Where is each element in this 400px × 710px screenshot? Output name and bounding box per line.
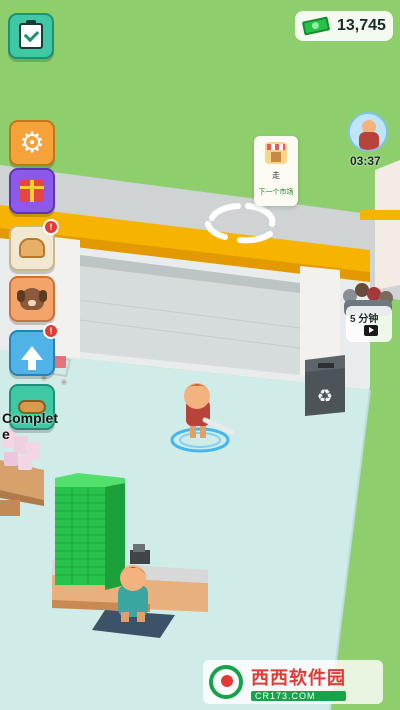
money-counter: 13,745 <box>295 11 393 41</box>
game-scene[interactable]: ♻ 走 下一个市场 <box>0 0 400 710</box>
upgrade-arrow-icon <box>21 346 43 370</box>
banknote-stack-icon <box>301 16 331 36</box>
gear-icon: ⚙ <box>19 126 45 159</box>
customer-avatar-icon <box>348 112 388 152</box>
dog-icon <box>17 288 47 310</box>
watermark-brand: 西西软件园 <box>251 667 346 688</box>
watermark-url: CR173.COM <box>251 690 346 701</box>
upgrade-alert-badge: ! <box>43 323 59 339</box>
video-play-icon <box>364 325 378 336</box>
clipboard-check-icon <box>19 20 43 49</box>
complete-label: Complete <box>2 410 58 442</box>
site-watermark: 西西软件园 CR173.COM <box>203 660 383 704</box>
watermark-logo-icon <box>209 665 243 699</box>
checklist-button[interactable] <box>8 13 54 59</box>
recycle-bin: ♻ <box>305 355 345 416</box>
task-card[interactable]: 走 下一个市场 <box>254 136 298 206</box>
customer-timer[interactable]: 03:37 <box>346 112 394 168</box>
dog-button[interactable] <box>9 276 55 322</box>
bread-alert-badge: ! <box>43 219 59 235</box>
customer-timer-text: 03:37 <box>350 154 381 168</box>
video-ad-button[interactable]: 5 分钟 <box>346 306 392 342</box>
gift-box-icon <box>20 180 44 202</box>
gift-button[interactable] <box>9 168 55 214</box>
task-card-top-text: 走 <box>272 171 280 180</box>
settings-button[interactable]: ⚙ <box>9 120 55 166</box>
money-amount: 13,745 <box>337 17 386 34</box>
store-map: ♻ <box>0 160 400 710</box>
svg-text:♻: ♻ <box>317 386 333 407</box>
money-stack <box>55 473 125 590</box>
ad-timer-text: 5 分钟 <box>350 314 379 325</box>
task-card-bottom-text: 下一个市场 <box>258 189 294 196</box>
neighbor-building <box>375 160 400 290</box>
bread-icon <box>19 238 45 258</box>
cashier-npc <box>118 565 148 622</box>
storefront-icon <box>265 142 287 164</box>
